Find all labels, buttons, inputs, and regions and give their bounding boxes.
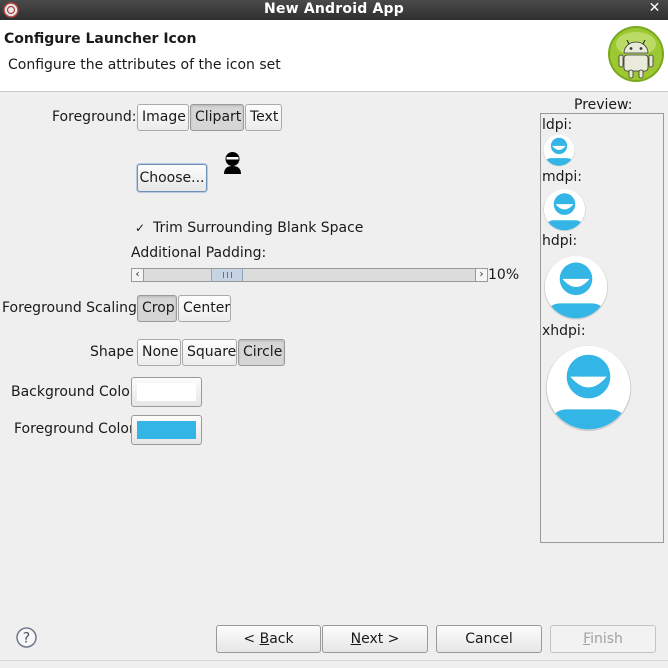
foreground-color-button[interactable] xyxy=(131,415,202,445)
grip-icon xyxy=(223,272,232,278)
scaling-center-button[interactable]: Center xyxy=(178,295,231,322)
finish-button: Finish xyxy=(550,625,656,653)
padding-slider[interactable]: ‹ › xyxy=(131,268,488,282)
cancel-button[interactable]: Cancel xyxy=(436,625,542,653)
padding-value: 10% xyxy=(488,267,520,283)
preview-mdpi-icon xyxy=(543,188,586,232)
trim-checkbox[interactable]: ✓ xyxy=(134,222,146,234)
background-color-swatch xyxy=(137,383,196,401)
foreground-clipart-button[interactable]: Clipart xyxy=(190,104,244,131)
window-title: New Android App xyxy=(264,1,404,17)
android-logo-icon xyxy=(608,26,664,82)
slider-left-arrow-icon[interactable]: ‹ xyxy=(132,269,144,281)
shape-none-button[interactable]: None xyxy=(137,339,181,366)
shape-circle-button[interactable]: Circle xyxy=(238,339,285,366)
preview-title: Preview: xyxy=(574,97,633,113)
shape-segmented-control: None Square Circle xyxy=(137,339,286,366)
preview-xhdpi-icon xyxy=(545,345,632,432)
padding-label: Additional Padding: xyxy=(131,245,267,261)
scaling-crop-button[interactable]: Crop xyxy=(137,295,177,322)
page-title: Configure Launcher Icon xyxy=(4,31,197,47)
foreground-color-swatch xyxy=(137,421,196,439)
foreground-image-button[interactable]: Image xyxy=(137,104,189,131)
choose-clipart-button[interactable]: Choose... xyxy=(137,164,207,192)
help-glyph: ? xyxy=(23,631,30,647)
slider-right-arrow-icon[interactable]: › xyxy=(475,269,487,281)
preview-xhdpi-label: xhdpi: xyxy=(542,323,586,339)
wizard-header: Configure Launcher Icon Configure the at… xyxy=(0,20,668,92)
help-icon[interactable]: ? xyxy=(16,627,37,648)
person-icon xyxy=(224,152,241,174)
preview-hdpi-icon xyxy=(544,255,608,320)
foreground-label: Foreground: xyxy=(52,109,137,125)
close-icon[interactable]: ✕ xyxy=(647,1,662,16)
page-subtitle: Configure the attributes of the icon set xyxy=(8,57,281,73)
scaling-label: Foreground Scaling: xyxy=(2,300,142,316)
preview-hdpi-label: hdpi: xyxy=(542,233,578,249)
back-button[interactable]: < Back xyxy=(216,625,321,653)
scaling-segmented-control: Crop Center xyxy=(137,295,232,322)
preview-mdpi-label: mdpi: xyxy=(542,169,583,185)
next-button[interactable]: Next > xyxy=(322,625,428,653)
title-bar: New Android App ✕ xyxy=(0,0,668,20)
preview-ldpi-icon xyxy=(543,134,575,167)
foreground-text-button[interactable]: Text xyxy=(245,104,282,131)
shape-square-button[interactable]: Square xyxy=(182,339,237,366)
slider-thumb[interactable] xyxy=(211,269,243,281)
background-color-label: Background Color: xyxy=(11,384,140,400)
trim-label: Trim Surrounding Blank Space xyxy=(153,220,364,236)
foreground-color-label: Foreground Color: xyxy=(14,421,140,437)
bottom-divider xyxy=(0,660,668,661)
background-color-button[interactable] xyxy=(131,377,202,407)
foreground-segmented-control: Image Clipart Text xyxy=(137,104,283,131)
preview-ldpi-label: ldpi: xyxy=(542,117,573,133)
shape-label: Shape xyxy=(90,344,134,360)
